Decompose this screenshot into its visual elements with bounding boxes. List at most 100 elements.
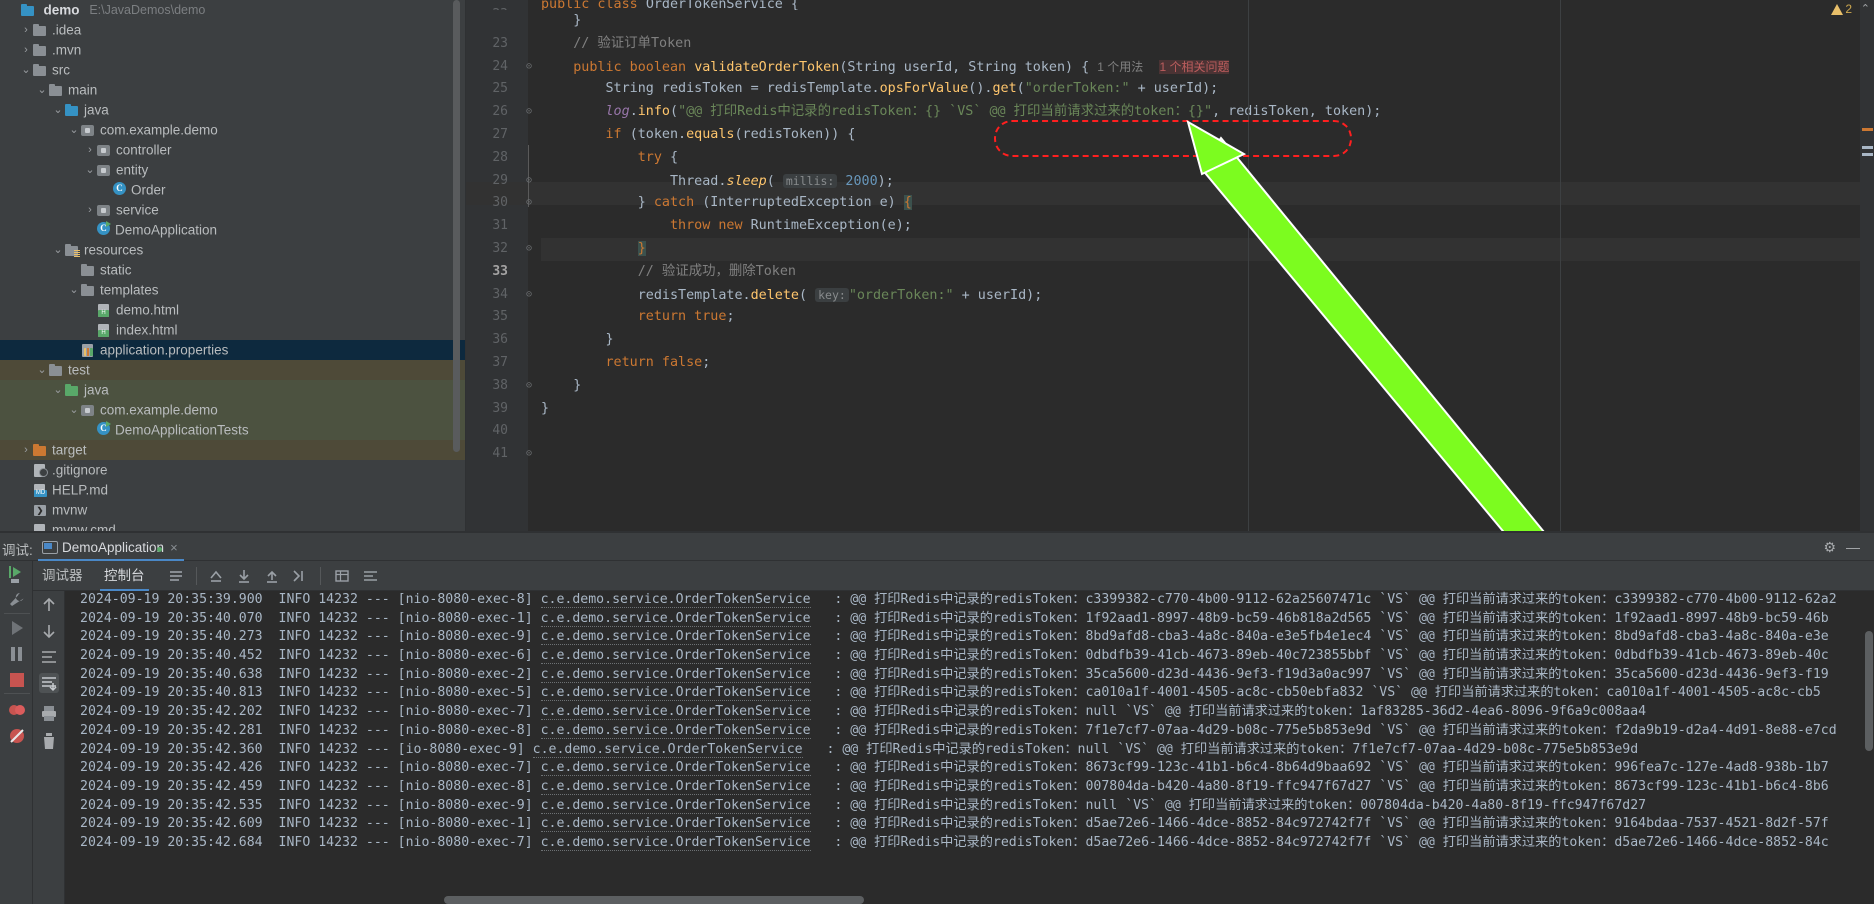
chevron-down-icon[interactable]: ⌄ <box>52 240 64 260</box>
scroll-down-icon[interactable] <box>39 621 59 641</box>
gear-icon[interactable]: ⚙ <box>1823 539 1836 556</box>
console-output[interactable]: 2024-09-19 20:35:39.900 INFO 14232 --- [… <box>64 591 1874 904</box>
tree-item-test[interactable]: ⌄ test <box>0 360 466 380</box>
tree-item--idea[interactable]: › .idea <box>0 20 466 40</box>
code-line[interactable]: 31 ⊝ } catch (InterruptedException e) { <box>466 192 1874 254</box>
tree-item-src[interactable]: ⌄ src <box>0 60 466 80</box>
console-rail[interactable] <box>34 591 64 904</box>
tree-item-controller[interactable]: › controller <box>0 140 466 160</box>
code-line[interactable]: 35 redisTemplate.delete( key: "orderToken… <box>466 284 1874 324</box>
tree-item-com-example-demo[interactable]: ⌄ com.example.demo <box>0 120 466 140</box>
scroll-up-icon[interactable] <box>39 595 59 615</box>
soft-wrap-icon[interactable] <box>362 568 380 584</box>
editor-marker-gutter[interactable] <box>1860 0 1874 533</box>
step-over-icon[interactable] <box>208 568 224 584</box>
console-horizontal-scrollbar[interactable] <box>64 896 1874 904</box>
chevron-down-icon[interactable]: ⌄ <box>20 60 32 80</box>
code-editor[interactable]: 23 public class OrderTokenService { 23 ⊝… <box>466 0 1874 533</box>
log-class[interactable]: c.e.demo.service.OrderTokenService <box>532 741 803 758</box>
tree-item-target[interactable]: › target <box>0 440 466 460</box>
code-line[interactable]: 37 ⊝ } <box>466 329 1874 391</box>
code-text-area[interactable]: 23 public class OrderTokenService { 23 ⊝… <box>466 0 1874 533</box>
scroll-to-end-icon[interactable] <box>39 673 59 693</box>
log-line-list[interactable]: 2024-09-19 20:35:39.900 INFO 14232 --- [… <box>64 591 1874 853</box>
project-tree-scrollbar[interactable] <box>453 0 460 455</box>
tab-console[interactable]: 控制台 <box>100 561 149 591</box>
close-icon[interactable]: × <box>170 540 178 555</box>
log-class[interactable]: c.e.demo.service.OrderTokenService <box>540 778 811 795</box>
pause-icon[interactable] <box>6 643 28 665</box>
tree-item-index-html[interactable]: Hindex.html <box>0 320 466 340</box>
code-line[interactable]: 40 ⊝ } <box>466 398 1874 460</box>
log-class[interactable]: c.e.demo.service.OrderTokenService <box>540 704 811 721</box>
chevron-right-icon[interactable]: › <box>84 140 96 160</box>
code-marker[interactable] <box>1862 153 1873 156</box>
step-out-icon[interactable] <box>264 568 280 584</box>
tab-debugger[interactable]: 调试器 <box>38 561 87 591</box>
resume-program-icon[interactable] <box>6 563 28 585</box>
scrollbar-thumb[interactable] <box>444 896 864 904</box>
debug-tool-window[interactable]: 调试: DemoApplication × ⚙ — 调试器 控制台 2024-0… <box>0 533 1874 904</box>
code-line[interactable]: 32 throw new RuntimeException(e); <box>466 215 1874 256</box>
chevron-down-icon[interactable]: ⌄ <box>36 360 48 380</box>
log-class[interactable]: c.e.demo.service.OrderTokenService <box>540 816 811 833</box>
chevron-down-icon[interactable]: ⌄ <box>68 400 80 420</box>
chevron-right-icon[interactable]: › <box>20 20 32 40</box>
problem-hint[interactable]: 1 个相关问题 <box>1159 59 1230 74</box>
log-class[interactable]: c.e.demo.service.OrderTokenService <box>540 797 811 814</box>
log-class[interactable]: c.e.demo.service.OrderTokenService <box>540 834 811 851</box>
tree-item-list[interactable]: › .idea › .mvn ⌄ src ⌄ main ⌄ java ⌄ com.example.de… <box>0 20 466 533</box>
log-class[interactable]: c.e.demo.service.OrderTokenService <box>540 592 811 608</box>
chevron-down-icon[interactable]: ⌄ <box>52 380 64 400</box>
chevron-up-icon[interactable]: ⌃ <box>1861 2 1870 15</box>
tree-row-root[interactable]: ▾ demo E:\JavaDemos\demo <box>0 0 466 20</box>
tree-item-resources[interactable]: ⌄ resources <box>0 240 466 260</box>
tree-item-help-md[interactable]: MD HELP.md <box>0 480 466 500</box>
tree-item-templates[interactable]: ⌄ templates <box>0 280 466 300</box>
console-vertical-scrollbar[interactable] <box>1865 591 1873 904</box>
chevron-down-icon[interactable]: ⌄ <box>68 120 80 140</box>
debug-session-tab[interactable]: DemoApplication × <box>38 534 184 561</box>
soft-wrap-icon[interactable] <box>39 647 59 667</box>
code-line[interactable]: 29 ⊝ try { <box>466 147 1874 209</box>
tree-item-entity[interactable]: ⌄ entity <box>0 160 466 180</box>
log-class[interactable]: c.e.demo.service.OrderTokenService <box>540 648 811 665</box>
tree-item-mvnw[interactable]: ❯ mvnw <box>0 500 466 520</box>
log-class[interactable]: c.e.demo.service.OrderTokenService <box>540 610 811 627</box>
code-marker[interactable] <box>1862 128 1873 131</box>
log-class[interactable]: c.e.demo.service.OrderTokenService <box>540 760 811 777</box>
warning-indicator[interactable]: 2 <box>1831 2 1852 16</box>
tree-item-demoapplication[interactable]: C DemoApplication <box>0 220 466 240</box>
settings-wrench-icon[interactable] <box>6 589 28 611</box>
code-line[interactable]: 23 public class OrderTokenService { <box>466 0 1874 10</box>
run-controls-rail[interactable] <box>0 561 33 904</box>
code-line[interactable]: 30 Thread.sleep( millis: 2000); <box>466 170 1874 210</box>
scrollbar-thumb[interactable] <box>453 0 460 452</box>
step-into-icon[interactable] <box>236 568 252 584</box>
stop-icon[interactable] <box>6 669 28 691</box>
code-line[interactable]: 34 // 验证成功，删除Token <box>466 261 1874 302</box>
code-line[interactable]: 38 return false; <box>466 352 1874 393</box>
project-tree-panel[interactable]: ▾ demo E:\JavaDemos\demo ›.idea›.mvn⌄src… <box>0 0 466 533</box>
print-icon[interactable] <box>39 703 59 723</box>
code-marker[interactable] <box>1862 146 1873 149</box>
tree-item-demo-html[interactable]: Hdemo.html <box>0 300 466 320</box>
chevron-down-icon[interactable]: ⌄ <box>52 100 64 120</box>
code-line[interactable]: 36 return true; <box>466 306 1874 347</box>
tree-item-application-properties[interactable]: application.properties <box>0 340 466 360</box>
tree-item-demoapplicationtests[interactable]: C DemoApplicationTests <box>0 420 466 440</box>
code-line[interactable]: 27 log.info("@@ 打印Redis中记录的redisToken：{}… <box>466 101 1874 142</box>
tree-item--gitignore[interactable]: .gitignore <box>0 460 466 480</box>
tree-item-com-example-demo[interactable]: ⌄ com.example.demo <box>0 400 466 420</box>
log-class[interactable]: c.e.demo.service.OrderTokenService <box>540 629 811 646</box>
chevron-right-icon[interactable]: › <box>20 440 32 460</box>
usage-hint[interactable]: 1 个用法 <box>1097 60 1143 74</box>
tree-item-service[interactable]: › service <box>0 200 466 220</box>
code-line[interactable]: 41 <box>466 420 1874 461</box>
chevron-right-icon[interactable]: › <box>20 40 32 60</box>
code-line[interactable]: 23 ⊝ } <box>466 10 1874 72</box>
tree-item-java[interactable]: ⌄ java <box>0 380 466 400</box>
chevron-down-icon[interactable]: ⌄ <box>84 160 96 180</box>
code-line[interactable]: 33 ⊝ } <box>466 237 1874 300</box>
chevron-down-icon[interactable]: ⌄ <box>68 280 80 300</box>
